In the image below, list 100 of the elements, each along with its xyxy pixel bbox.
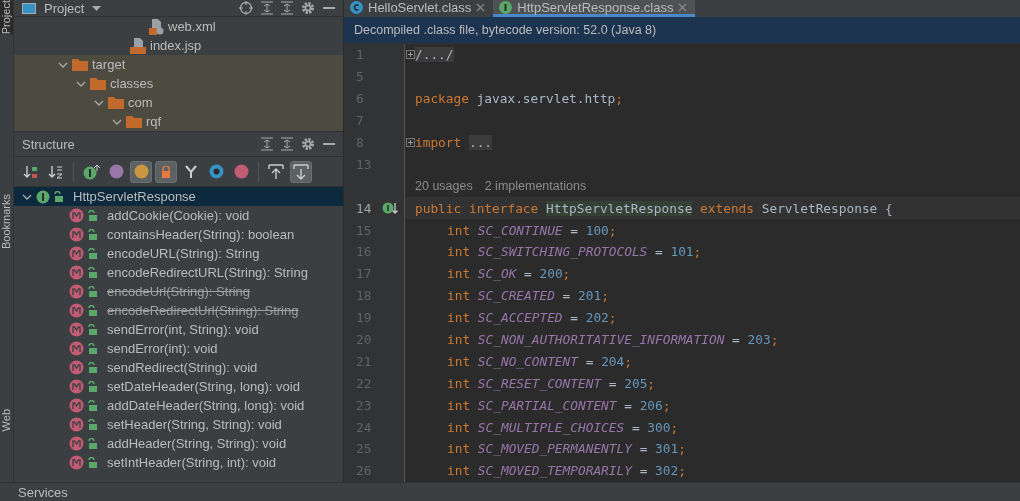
method-icon [69, 398, 84, 413]
close-icon[interactable] [678, 2, 688, 12]
tool-window-tab[interactable]: Web [0, 409, 13, 432]
dropdown-icon[interactable] [92, 5, 102, 11]
tool-window-tab[interactable]: Project [0, 0, 13, 35]
ring-icon [208, 164, 224, 179]
expand-all-icon[interactable] [261, 137, 273, 151]
lock-icon [88, 324, 97, 335]
method-icon [69, 208, 84, 223]
tree-item[interactable]: encodeUrl(String): String [14, 282, 343, 301]
toolbar-toggle[interactable] [130, 160, 152, 183]
jsp-file-icon [130, 37, 146, 54]
expand-all-icon[interactable] [261, 1, 273, 15]
tree-item[interactable]: web.xml [14, 17, 343, 36]
tree-item[interactable]: addCookie(Cookie): void [14, 206, 343, 225]
tree-item[interactable]: classes [14, 74, 343, 93]
code-line: public interface HttpServletResponse extends ServletResponse { [415, 200, 893, 216]
code-line: int SC_ACCEPTED = 202; [446, 310, 617, 326]
tree-item[interactable]: encodeRedirectUrl(String): String [14, 301, 343, 320]
toolbar-toggle[interactable] [155, 160, 177, 183]
class-icon [350, 0, 363, 14]
fold-icon[interactable] [405, 50, 415, 60]
locate-icon[interactable] [239, 1, 253, 15]
sort-visibility-icon [23, 163, 39, 180]
code-line: int SC_RESET_CONTENT = 205; [446, 375, 656, 391]
tool-window-tab[interactable]: Bookmarks [0, 194, 13, 250]
code-line: int SC_OK = 200; [446, 266, 571, 282]
tree-item[interactable]: sendError(int, String): void [14, 320, 343, 339]
tree-item[interactable]: sendRedirect(String): void [14, 358, 343, 377]
inlay-hint[interactable]: 2 implementations [484, 179, 587, 194]
toolbar-toggle[interactable] [290, 160, 312, 183]
folder-icon [126, 115, 142, 128]
folder-icon [72, 58, 88, 71]
tree-item[interactable]: com [14, 93, 343, 112]
panel-title: Structure [22, 136, 75, 152]
close-icon[interactable] [476, 2, 486, 12]
method-icon [69, 246, 84, 261]
tree-item[interactable]: addDateHeader(String, long): void [14, 396, 343, 415]
tree-item[interactable]: target [14, 55, 343, 74]
lock-icon [88, 419, 97, 430]
tree-item[interactable]: addHeader(String, String): void [14, 434, 343, 453]
lock-icon [88, 381, 97, 392]
method-icon [69, 265, 84, 280]
field-icon [133, 164, 149, 179]
code-line: int SC_NON_AUTHORITATIVE_INFORMATION = 203; [446, 332, 779, 347]
lock-icon [88, 286, 97, 297]
code-line: int SC_MOVED_PERMANENTLY = 301; [446, 441, 686, 457]
settings-icon[interactable] [301, 1, 315, 15]
inherited-icon [82, 163, 100, 180]
tree-item[interactable]: setIntHeader(String, int): void [14, 453, 343, 472]
editor-tab[interactable]: HelloServlet.class [344, 0, 494, 17]
interface-icon [499, 0, 513, 14]
tree-item[interactable]: sendError(int): void [14, 339, 343, 358]
method-icon [69, 227, 84, 242]
editor-tab[interactable]: HttpServletResponse.class [493, 0, 696, 17]
interface-icon [36, 189, 50, 204]
lock-icon [88, 362, 97, 373]
collapse-all-icon[interactable] [281, 1, 293, 15]
line-number: 14 [356, 200, 373, 216]
collapse-all-icon[interactable] [281, 137, 293, 151]
tree-item[interactable]: rqf [14, 112, 343, 131]
code-line: int SC_SWITCHING_PROTOCOLS = 101; [446, 244, 702, 260]
lock-icon [88, 457, 97, 468]
xml-file-icon [148, 18, 164, 35]
fold-icon[interactable] [405, 138, 415, 147]
lock-icon [88, 343, 97, 354]
code-line: int SC_MOVED_TEMPORARILY = 302; [446, 463, 686, 479]
lock-icon [88, 229, 97, 240]
sort-alpha-icon [48, 163, 64, 180]
tree-item[interactable]: encodeRedirectURL(String): String [14, 263, 343, 282]
settings-icon[interactable] [301, 137, 315, 151]
tree-item[interactable]: HttpServletResponse [14, 187, 343, 206]
code-line: int SC_NO_CONTENT = 204; [446, 353, 632, 369]
method-icon [69, 341, 84, 356]
tree-item[interactable]: setDateHeader(String, long): void [14, 377, 343, 396]
code-line: package javax.servlet.http; [415, 91, 624, 107]
tree-item[interactable]: setHeader(String, String): void [14, 415, 343, 434]
code-line: int SC_CREATED = 201; [446, 288, 609, 304]
folder-icon [108, 96, 124, 109]
lock-icon [161, 165, 171, 178]
code-line: int SC_PARTIAL_CONTENT = 206; [446, 397, 671, 413]
property-icon [108, 164, 124, 179]
scroll-up-icon [268, 163, 284, 180]
tool-window-tab[interactable]: Services [18, 484, 68, 500]
method-icon [69, 284, 84, 299]
tree-item[interactable]: containsHeader(String): boolean [14, 225, 343, 244]
fork-icon [184, 164, 198, 179]
code-line: int SC_MULTIPLE_CHOICES = 300; [446, 419, 679, 435]
code-line: int SC_CONTINUE = 100; [446, 222, 617, 238]
inlay-hint[interactable]: 20 usages [415, 179, 473, 194]
window-icon [22, 2, 36, 14]
panel-title[interactable]: Project [44, 0, 85, 16]
method-icon [69, 455, 84, 470]
implemented-icon[interactable] [382, 201, 398, 216]
tree-item[interactable]: encodeURL(String): String [14, 244, 343, 263]
tree-item[interactable]: index.jsp [14, 36, 343, 55]
method-icon [69, 303, 84, 318]
scroll-down-icon [293, 163, 309, 180]
method-icon [69, 379, 84, 394]
lock-icon [88, 438, 97, 449]
